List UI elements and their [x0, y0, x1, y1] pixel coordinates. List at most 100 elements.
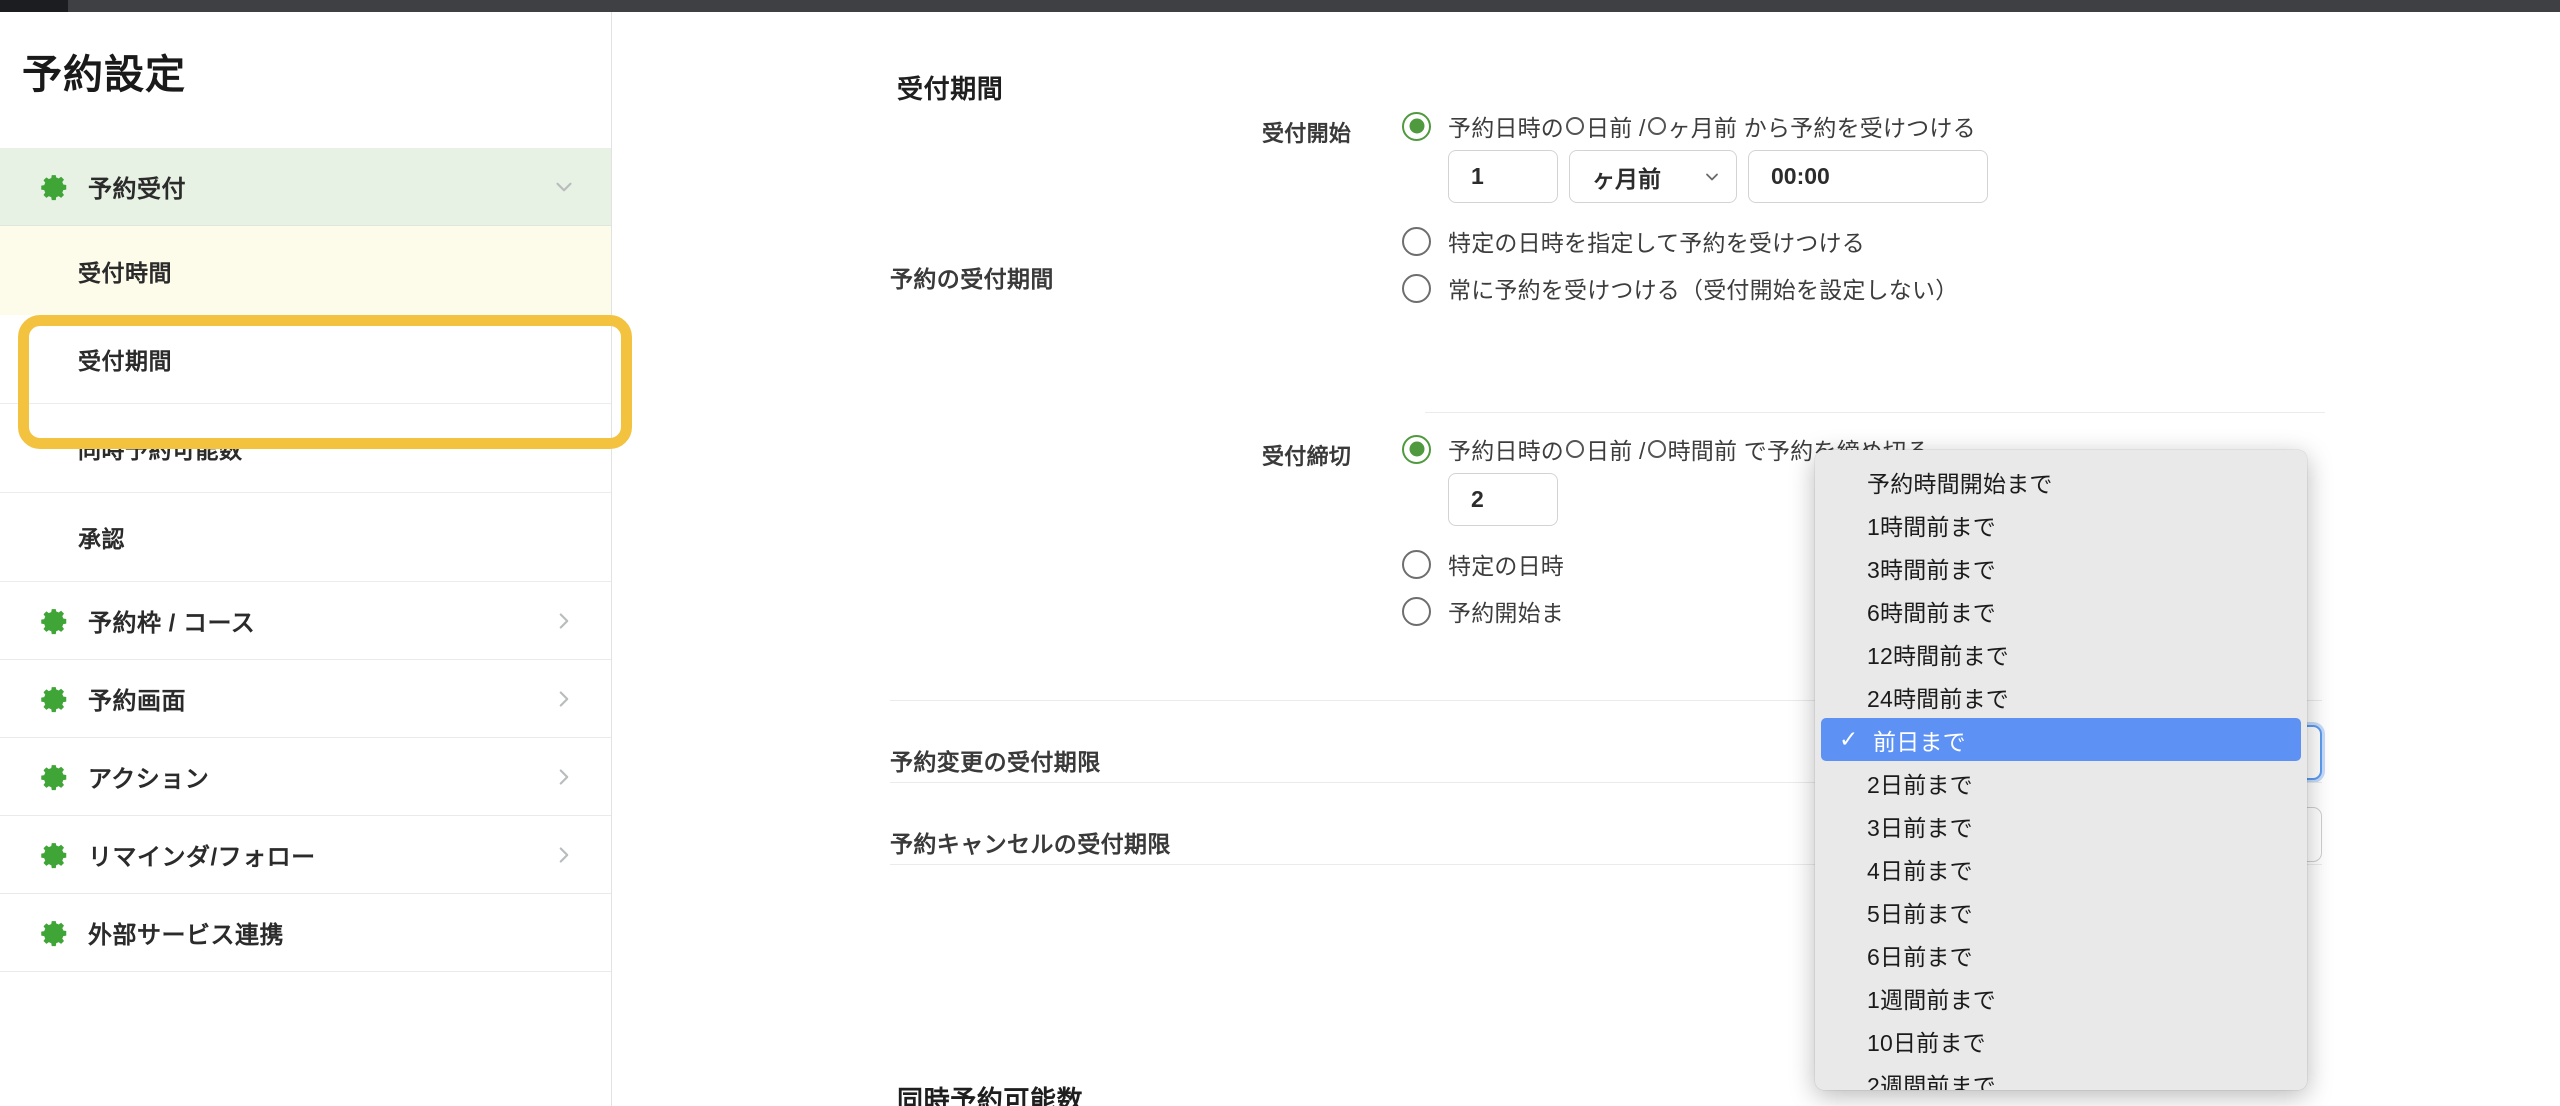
radio-indicator[interactable] [1402, 434, 1431, 464]
inline-circle-hours-icon [1647, 440, 1666, 458]
dropdown-option[interactable]: 予約時間開始まで [1815, 460, 2307, 503]
dropdown-option-label: 6日前まで [1867, 943, 1973, 970]
browser-tab-strip-edge [0, 0, 68, 12]
sidebar-item-uketsuke-kikan[interactable]: 受付期間 [0, 315, 611, 404]
dropdown-option[interactable]: 3日前まで [1815, 804, 2307, 847]
radio-label-part-c: ヶ月前 から予約を受けつける [1667, 115, 1976, 141]
section-title-doji-yoyaku: 同時予約可能数 [897, 1084, 1084, 1106]
gear-icon [40, 684, 70, 714]
dropdown-option-label: 2週間前まで [1867, 1072, 1996, 1091]
radio-label: 予約開始ま [1448, 600, 1564, 626]
dropdown-option[interactable]: 3時間前まで [1815, 546, 2307, 589]
settings-sidebar: 予約設定 予約受付 受付時間 受付期間 同時予約可能数 承認 予約枠 / コース… [0, 12, 632, 1106]
chevron-right-icon [551, 764, 577, 790]
dropdown-option-label: 2日前まで [1867, 771, 1973, 798]
sidebar-item-label: 承認 [78, 526, 125, 552]
dropdown-option-label: 12時間前まで [1867, 642, 2009, 669]
dropdown-option-label: 予約時間開始まで [1867, 470, 2053, 497]
dropdown-option-label: 3時間前まで [1867, 556, 1996, 583]
row-label: 予約の受付期間 [890, 266, 1054, 292]
chevron-right-icon [551, 608, 577, 634]
sidebar-group-yoyakuwaku-course[interactable]: 予約枠 / コース [0, 582, 611, 660]
radio-start-always[interactable]: 常に予約を受けつける（受付開始を設定しない） [1402, 271, 1958, 305]
radio-label-part-a: 予約日時の [1448, 438, 1564, 464]
page-title: 予約設定 [22, 53, 186, 97]
browser-chrome-strip [0, 0, 2560, 12]
sidebar-group-reminder-follow[interactable]: リマインダ/フォロー [0, 816, 611, 894]
sidebar-group-gaibu-service-renkei[interactable]: 外部サービス連携 [0, 894, 611, 972]
check-icon: ✓ [1839, 726, 1859, 752]
dropdown-option[interactable]: 2日前まで [1815, 761, 2307, 804]
chevron-right-icon [551, 686, 577, 712]
row-label: 予約キャンセルの受付期限 [890, 831, 1171, 857]
sidebar-item-label: 受付期間 [78, 348, 172, 374]
sidebar-item-label: 受付時間 [78, 259, 172, 286]
start-unit-value: ヶ月前 [1592, 165, 1661, 192]
dropdown-option-label: 前日まで [1873, 728, 1966, 755]
sidebar-group-yoyaku-gamen[interactable]: 予約画面 [0, 660, 611, 738]
dropdown-option[interactable]: 1週間前まで [1815, 976, 2307, 1019]
sidebar-group-action[interactable]: アクション [0, 738, 611, 816]
radio-label: 特定の日時 [1448, 553, 1564, 579]
radio-deadline-specific-datetime[interactable]: 特定の日時 [1402, 547, 1564, 581]
sublabel-uketsuke-shimekiri: 受付締切 [1262, 444, 1352, 469]
sidebar-group-label: 予約枠 / コース [88, 610, 256, 637]
chevron-right-icon [551, 842, 577, 868]
chevron-down-icon [551, 174, 577, 200]
gear-icon [40, 606, 70, 636]
radio-label-part-b: 日前 / [1586, 438, 1646, 464]
radio-indicator[interactable] [1402, 226, 1431, 256]
divider-in-fieldset [1425, 412, 2325, 413]
sidebar-group-yoyaku-uketsuke[interactable]: 予約受付 [0, 148, 611, 226]
dropdown-option[interactable]: 6時間前まで [1815, 589, 2307, 632]
dropdown-option[interactable]: 1時間前まで [1815, 503, 2307, 546]
radio-label: 常に予約を受けつける（受付開始を設定しない） [1448, 277, 1959, 303]
dropdown-option[interactable]: 24時間前まで [1815, 675, 2307, 718]
inline-circle-days-icon [1566, 440, 1584, 458]
deadline-amount-input[interactable]: 2 [1448, 473, 1558, 526]
app-root: 予約設定 予約受付 受付時間 受付期間 同時予約可能数 承認 予約枠 / コース… [0, 0, 2560, 1106]
dropdown-option[interactable]: 12時間前まで [1815, 632, 2307, 675]
dropdown-option[interactable]: 4日前まで [1815, 847, 2307, 890]
dropdown-option[interactable]: 10日前まで [1815, 1019, 2307, 1062]
sidebar-item-uketsuke-jikan[interactable]: 受付時間 [0, 226, 611, 315]
sidebar-group-label: 予約画面 [88, 688, 186, 715]
dropdown-option-label: 1週間前まで [1867, 986, 1996, 1013]
dropdown-option[interactable]: ✓ 前日まで [1821, 718, 2301, 761]
radio-indicator[interactable] [1402, 273, 1431, 303]
sidebar-item-shonin[interactable]: 承認 [0, 493, 611, 582]
dropdown-option-label: 24時間前まで [1867, 685, 2009, 712]
dropdown-option[interactable]: 2週間前まで [1815, 1062, 2307, 1091]
row-label: 予約変更の受付期限 [890, 749, 1101, 775]
dropdown-option-label: 1時間前まで [1867, 513, 1996, 540]
dropdown-popup-henko-kigen[interactable]: 予約時間開始まで 1時間前まで 3時間前まで 6時間前まで 12時間前まで 24時間前まで… [1815, 450, 2307, 1090]
sidebar-nav: 予約受付 受付時間 受付期間 同時予約可能数 承認 予約枠 / コース 予約画面… [0, 148, 611, 972]
sublabel-uketsuke-kaishi: 受付開始 [1262, 121, 1352, 146]
dropdown-option[interactable]: 5日前まで [1815, 890, 2307, 933]
inline-circle-months-icon [1647, 117, 1666, 135]
dropdown-option-label: 3日前まで [1867, 814, 1973, 841]
radio-indicator[interactable] [1402, 111, 1431, 141]
sidebar-group-label: 外部サービス連携 [88, 922, 284, 949]
inline-circle-days-icon [1566, 117, 1584, 135]
start-controls: 1 ヶ月前 00:00 [1448, 150, 1988, 203]
radio-start-relative[interactable]: 予約日時の 日前 / ヶ月前 から予約を受けつける [1402, 109, 1976, 143]
sidebar-group-label: アクション [88, 766, 210, 793]
dropdown-option[interactable]: 6日前まで [1815, 933, 2307, 976]
sidebar-item-doji-yoyaku-kanosu[interactable]: 同時予約可能数 [0, 404, 611, 493]
radio-indicator[interactable] [1402, 549, 1431, 579]
start-amount-input[interactable]: 1 [1448, 150, 1558, 203]
start-unit-select[interactable]: ヶ月前 [1569, 150, 1737, 203]
sidebar-group-label: 予約受付 [88, 176, 186, 203]
dropdown-option-label: 6時間前まで [1867, 599, 1996, 626]
dropdown-option-label: 10日前まで [1867, 1029, 1986, 1056]
radio-deadline-until-start[interactable]: 予約開始ま [1402, 594, 1564, 628]
sidebar-group-label: リマインダ/フォロー [88, 844, 316, 871]
sidebar-item-label: 同時予約可能数 [78, 437, 243, 463]
gear-icon [40, 762, 70, 792]
radio-start-specific-datetime[interactable]: 特定の日時を指定して予約を受けつける [1402, 224, 1865, 258]
start-time-input[interactable]: 00:00 [1748, 150, 1988, 203]
radio-label-part-a: 予約日時の [1448, 115, 1564, 141]
radio-indicator[interactable] [1402, 596, 1431, 626]
deadline-controls: 2 [1448, 473, 1558, 526]
